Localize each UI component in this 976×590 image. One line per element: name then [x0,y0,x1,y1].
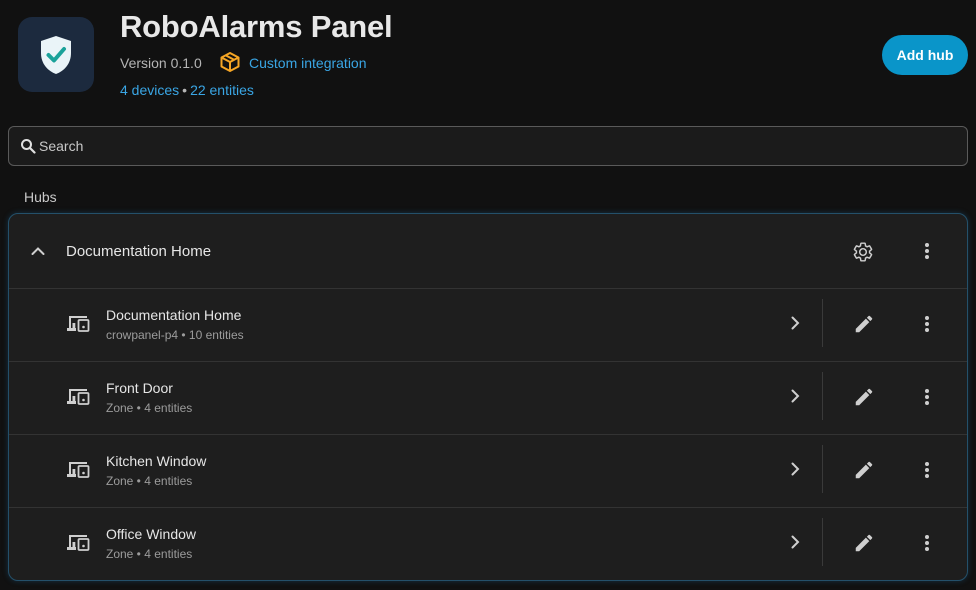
search-bar[interactable] [8,126,968,166]
pencil-icon[interactable] [853,459,875,481]
devices-icon [67,316,90,332]
chevron-up-icon[interactable] [29,242,47,260]
devices-icon [67,389,90,405]
hub-card: Documentation Home Documentation Home cr… [8,213,968,581]
chevron-right-icon[interactable] [787,315,803,331]
device-subtitle: Zone • 4 entities [106,547,193,561]
chevron-right-icon[interactable] [787,534,803,550]
more-vert-icon[interactable] [917,533,937,553]
more-vert-icon[interactable] [917,241,937,261]
search-icon [21,139,36,154]
chevron-right-icon[interactable] [787,388,803,404]
more-vert-icon[interactable] [917,387,937,407]
devices-icon [67,535,90,551]
custom-integration-link[interactable]: Custom integration [249,55,367,71]
device-subtitle: Zone • 4 entities [106,401,193,415]
device-name: Front Door [106,380,173,396]
device-row[interactable]: Front Door Zone • 4 entities [9,361,967,435]
package-icon [220,52,240,72]
devices-link[interactable]: 4 devices [120,82,179,98]
pencil-icon[interactable] [853,532,875,554]
divider [822,372,823,420]
entities-link[interactable]: 22 entities [190,82,254,98]
device-subtitle: Zone • 4 entities [106,474,193,488]
section-label-hubs: Hubs [24,189,57,205]
shield-check-icon [41,35,71,74]
pencil-icon[interactable] [853,386,875,408]
hub-title: Documentation Home [66,243,212,260]
more-vert-icon[interactable] [917,460,937,480]
divider [822,299,823,347]
page-title: RoboAlarms Panel [120,9,393,44]
more-vert-icon[interactable] [917,314,937,334]
search-input[interactable] [39,127,959,165]
version-text: Version 0.1.0 [120,55,202,71]
device-row[interactable]: Documentation Home crowpanel-p4 • 10 ent… [9,288,967,362]
gear-icon[interactable] [852,241,874,263]
divider [822,445,823,493]
add-hub-button[interactable]: Add hub [882,35,968,75]
device-name: Office Window [106,526,196,542]
device-row[interactable]: Kitchen Window Zone • 4 entities [9,434,967,508]
devices-icon [67,462,90,478]
integration-header: RoboAlarms Panel Version 0.1.0 Custom in… [0,0,976,110]
hub-row[interactable]: Documentation Home [9,214,967,289]
chevron-right-icon[interactable] [787,461,803,477]
separator: • [182,82,188,98]
divider [822,518,823,566]
device-subtitle: crowpanel-p4 • 10 entities [106,328,244,342]
device-name: Documentation Home [106,307,242,323]
app-icon [18,17,94,92]
pencil-icon[interactable] [853,313,875,335]
counts-line: 4 devices • 22 entities [120,82,254,98]
device-name: Kitchen Window [106,453,207,469]
device-row[interactable]: Office Window Zone • 4 entities [9,507,967,580]
